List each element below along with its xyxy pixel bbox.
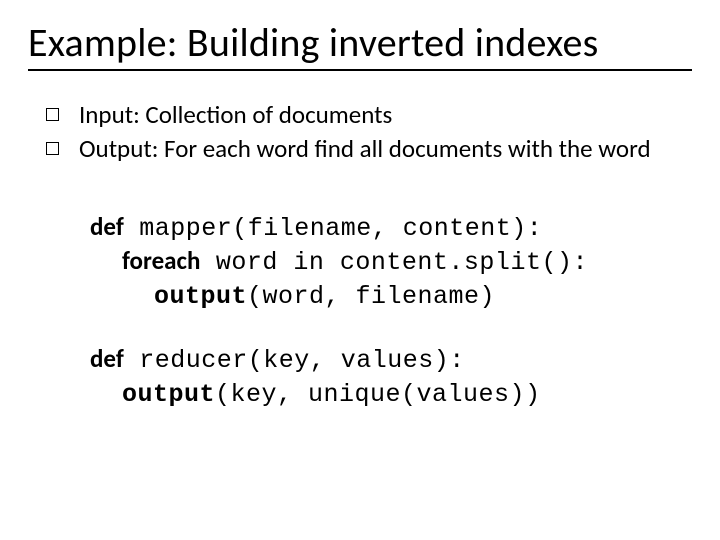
code-text: word in content.split(): bbox=[200, 248, 588, 277]
code-text: mapper(filename, content): bbox=[124, 214, 543, 243]
list-item: Input: Collection of documents bbox=[46, 99, 692, 131]
keyword-foreach: foreach bbox=[122, 245, 200, 276]
code-text: reducer(key, values): bbox=[124, 346, 465, 375]
code-text: (word, filename) bbox=[247, 282, 495, 311]
bullet-list: Input: Collection of documents Output: F… bbox=[46, 99, 692, 165]
list-item: Output: For each word find all documents… bbox=[46, 133, 692, 165]
code-mapper: def mapper(filename, content): foreach w… bbox=[90, 211, 692, 313]
square-bullet-icon bbox=[46, 108, 59, 121]
keyword-output: output bbox=[122, 380, 215, 409]
bullet-text: Output: For each word find all documents… bbox=[79, 133, 692, 165]
keyword-def: def bbox=[90, 343, 124, 374]
square-bullet-icon bbox=[46, 142, 59, 155]
keyword-output: output bbox=[154, 282, 247, 311]
slide-title: Example: Building inverted indexes bbox=[28, 18, 692, 71]
bullet-text: Input: Collection of documents bbox=[79, 99, 692, 131]
code-text: (key, unique(values)) bbox=[215, 380, 541, 409]
keyword-def: def bbox=[90, 211, 124, 242]
code-reducer: def reducer(key, values): output(key, un… bbox=[90, 343, 692, 411]
